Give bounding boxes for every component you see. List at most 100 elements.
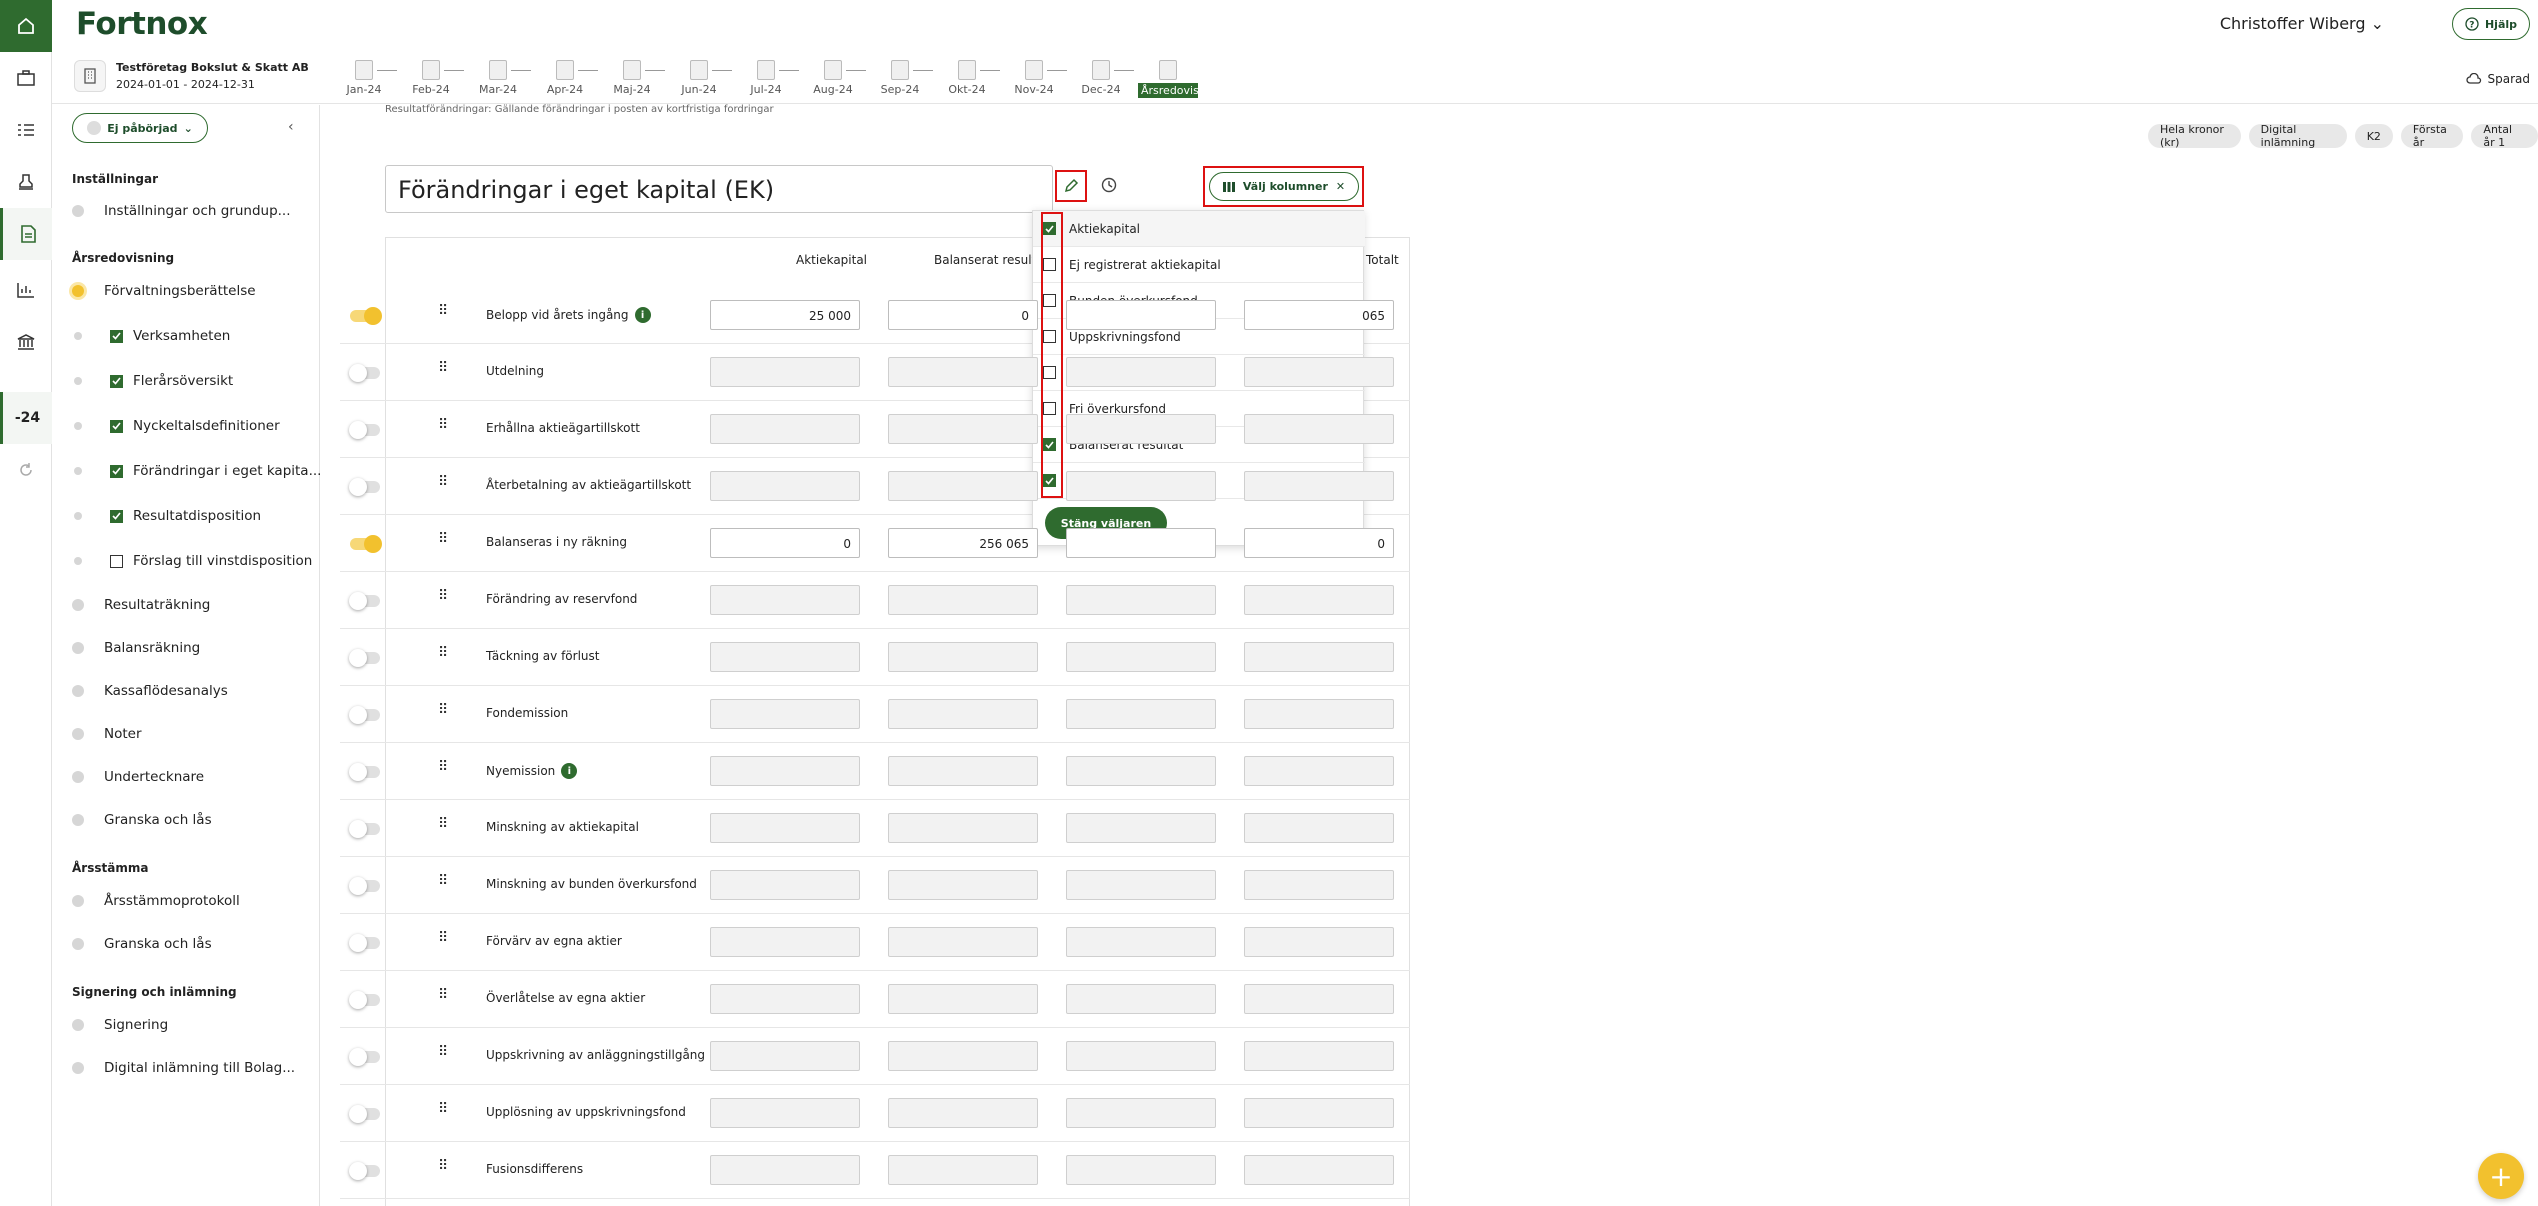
row-toggle[interactable] [349,1162,380,1180]
amount-input[interactable] [1244,414,1394,444]
bank-icon[interactable] [0,316,52,368]
drag-handle-icon[interactable]: ⠿ [438,873,448,889]
amount-input[interactable] [710,1155,860,1185]
amount-input[interactable] [1244,357,1394,387]
amount-input[interactable] [1066,1041,1216,1071]
info-icon[interactable]: i [634,307,651,323]
amount-input[interactable] [1066,1098,1216,1128]
row-toggle[interactable] [349,706,380,724]
sidebar-item-balansrakning[interactable]: Balansräkning [72,638,200,658]
sidebar-item-resultatdisp[interactable]: Resultatdisposition [72,506,261,526]
amount-input[interactable] [710,699,860,729]
amount-input[interactable] [1066,471,1216,501]
amount-input[interactable] [710,357,860,387]
edit-icon[interactable] [1055,170,1087,202]
amount-input[interactable] [1066,1155,1216,1185]
month-4[interactable]: Maj-24 [602,60,665,96]
amount-input[interactable] [1244,699,1394,729]
amount-input[interactable] [710,984,860,1014]
drag-handle-icon[interactable]: ⠿ [438,1158,448,1174]
amount-input[interactable] [1066,585,1216,615]
amount-input[interactable] [1244,984,1394,1014]
row-toggle[interactable] [349,421,380,439]
amount-input[interactable]: 0 [710,528,860,558]
checklist-icon[interactable] [0,104,52,156]
amount-input[interactable]: 25 000 [710,300,860,330]
amount-input[interactable] [888,756,1038,786]
drag-handle-icon[interactable]: ⠿ [438,588,448,604]
drag-handle-icon[interactable]: ⠿ [438,1101,448,1117]
amount-input[interactable] [1066,756,1216,786]
drag-handle-icon[interactable]: ⠿ [438,360,448,376]
amount-input[interactable] [888,984,1038,1014]
amount-input[interactable] [1244,813,1394,843]
add-fab-button[interactable]: + [2478,1153,2524,1199]
row-toggle[interactable] [349,991,380,1009]
row-toggle[interactable] [349,478,380,496]
amount-input[interactable] [710,756,860,786]
amount-input[interactable] [888,1098,1038,1128]
tag-0[interactable]: Hela kronor (kr) [2148,123,2241,149]
sidebar-item-verksamheten[interactable]: Verksamheten [72,326,230,346]
amount-input[interactable]: 065 [1244,300,1394,330]
amount-input[interactable] [710,1041,860,1071]
amount-input[interactable] [1244,870,1394,900]
sidebar-item-installningar[interactable]: Inställningar och grundup... [72,201,291,221]
amount-input[interactable] [1244,642,1394,672]
amount-input[interactable] [1244,585,1394,615]
drag-handle-icon[interactable]: ⠿ [438,816,448,832]
sidebar-item-noter[interactable]: Noter [72,724,142,744]
month-6[interactable]: Jul-24 [736,60,799,96]
amount-input[interactable] [1066,300,1216,330]
row-toggle[interactable] [349,364,380,382]
sidebar-item-granska1[interactable]: Granska och lås [72,810,212,830]
drag-handle-icon[interactable]: ⠿ [438,417,448,433]
amount-input[interactable] [710,585,860,615]
sidebar-item-granska2[interactable]: Granska och lås [72,934,212,954]
sidebar-item-forandringar[interactable]: Förändringar i eget kapita... [72,461,321,481]
amount-input[interactable] [1066,528,1216,558]
amount-input[interactable] [1244,1041,1394,1071]
amount-input[interactable] [1066,357,1216,387]
amount-input[interactable] [888,699,1038,729]
choose-columns-button[interactable]: Välj kolumner ✕ [1209,172,1359,201]
month-12[interactable]: Årsredovisning [1138,60,1223,98]
tag-1[interactable]: Digital inlämning [2248,123,2347,149]
drag-handle-icon[interactable]: ⠿ [438,474,448,490]
refresh-icon[interactable] [0,444,52,496]
amount-input[interactable] [888,585,1038,615]
month-8[interactable]: Sep-24 [870,60,933,96]
row-toggle[interactable] [349,820,380,838]
sidebar-item-flerars[interactable]: Flerårsöversikt [72,371,233,391]
amount-input[interactable]: 0 [888,300,1038,330]
drag-handle-icon[interactable]: ⠿ [438,702,448,718]
amount-input[interactable] [888,414,1038,444]
amount-input[interactable] [888,357,1038,387]
drag-handle-icon[interactable]: ⠿ [438,759,448,775]
amount-input[interactable] [1244,927,1394,957]
amount-input[interactable] [710,471,860,501]
tag-4[interactable]: Antal år 1 [2471,123,2538,149]
month-7[interactable]: Aug-24 [803,60,866,96]
amount-input[interactable] [710,813,860,843]
drag-handle-icon[interactable]: ⠿ [438,531,448,547]
amount-input[interactable] [1244,756,1394,786]
amount-input[interactable] [1244,1155,1394,1185]
amount-input[interactable] [1066,699,1216,729]
amount-input[interactable]: 0 [1244,528,1394,558]
amount-input[interactable] [710,642,860,672]
amount-input[interactable] [1066,984,1216,1014]
history-icon[interactable] [1100,176,1118,198]
tag-3[interactable]: Första år [2400,123,2464,149]
section-title-input[interactable]: Förändringar i eget kapital (EK) [385,165,1053,213]
row-toggle[interactable] [349,763,380,781]
chart-icon[interactable] [0,264,52,316]
amount-input[interactable] [1066,870,1216,900]
month-0[interactable]: Jan-24 [334,60,397,96]
row-toggle[interactable] [350,535,382,553]
amount-input[interactable] [710,1098,860,1128]
row-toggle[interactable] [350,307,382,325]
month-9[interactable]: Okt-24 [937,60,1000,96]
amount-input[interactable] [1244,471,1394,501]
amount-input[interactable] [1066,927,1216,957]
